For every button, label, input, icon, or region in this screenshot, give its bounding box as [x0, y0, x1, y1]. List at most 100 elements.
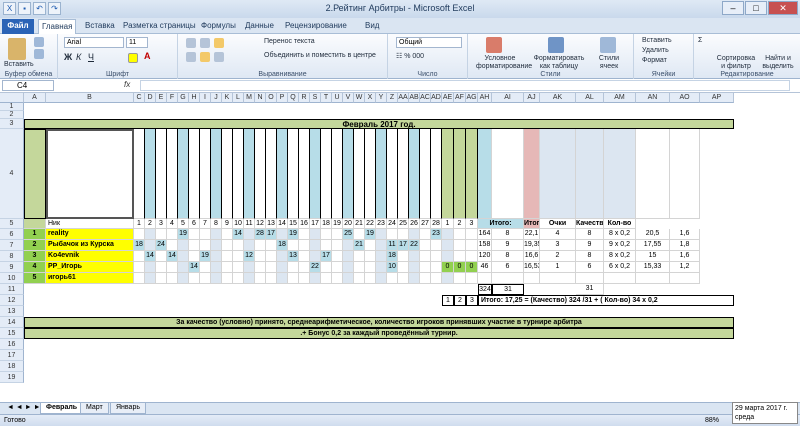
game-column-header[interactable]: Ваш выбор [376, 129, 387, 219]
player-place[interactable]: 1 [24, 229, 46, 240]
score-cell[interactable]: 21 [354, 240, 365, 251]
score-cell[interactable] [420, 273, 431, 284]
score-cell[interactable]: 18 [134, 240, 145, 251]
kach-value[interactable] [636, 273, 670, 284]
column-header[interactable]: AG [466, 93, 478, 103]
align-top-icon[interactable] [186, 38, 196, 48]
game-column-header[interactable]: Ангел 0 [244, 129, 255, 219]
player-nick[interactable]: PP_Игорь [46, 262, 134, 273]
column-header[interactable]: P [277, 93, 288, 103]
game-column-header[interactable]: Любимая локация [189, 129, 200, 219]
note-quality[interactable]: За качество (условно) принято, среднеари… [24, 317, 734, 328]
column-header[interactable]: F [167, 93, 178, 103]
score-cell[interactable]: 0 [442, 262, 454, 273]
zoom-level[interactable]: 88% [705, 415, 719, 426]
game-number-cell[interactable]: 18 [321, 219, 332, 229]
summary-header-cell[interactable]: Качество [636, 129, 670, 219]
score-cell[interactable] [200, 273, 211, 284]
game-column-header[interactable]: Турне 4-х [255, 129, 266, 219]
game-number-cell[interactable]: 14 [277, 219, 288, 229]
column-header[interactable]: S [310, 93, 321, 103]
score-cell[interactable] [145, 273, 156, 284]
column-header[interactable]: O [266, 93, 277, 103]
column-header[interactable]: N [255, 93, 266, 103]
cell-styles-icon[interactable] [600, 37, 616, 53]
column-header[interactable]: AF [454, 93, 466, 103]
score-cell[interactable] [420, 240, 431, 251]
score-cell[interactable] [178, 240, 189, 251]
kolich-value[interactable]: 1,2 [670, 262, 700, 273]
score-cell[interactable] [442, 229, 454, 240]
score-cell[interactable] [354, 229, 365, 240]
game-number-cell[interactable]: 22 [365, 219, 376, 229]
row-header[interactable]: 15 [0, 328, 24, 339]
score-cell[interactable] [233, 262, 244, 273]
kach-value[interactable]: 15 [636, 251, 670, 262]
score-cell[interactable] [466, 229, 478, 240]
ochki-value[interactable]: 1 [540, 262, 576, 273]
score-cell[interactable] [244, 273, 255, 284]
bonus-value[interactable]: 9 х 0,2 [604, 240, 636, 251]
score-cell[interactable] [376, 251, 387, 262]
column-header[interactable]: G [178, 93, 189, 103]
column-header[interactable]: U [332, 93, 343, 103]
score-cell[interactable] [321, 229, 332, 240]
cut-icon[interactable] [34, 37, 44, 47]
bonus-value[interactable] [604, 273, 636, 284]
score-cell[interactable]: 11 [387, 240, 398, 251]
score-cell[interactable] [266, 262, 277, 273]
score-cell[interactable] [255, 262, 266, 273]
conditional-format-button[interactable]: Условное форматирование [476, 55, 532, 71]
score-cell[interactable] [288, 273, 299, 284]
score-cell[interactable] [466, 240, 478, 251]
row-header[interactable]: 19 [0, 372, 24, 383]
score-cell[interactable] [134, 229, 145, 240]
format-cells-button[interactable]: Формат [642, 57, 667, 64]
kachestvo-label[interactable]: Качество [576, 219, 604, 229]
score-cell[interactable] [167, 240, 178, 251]
itogo2-header-cell[interactable] [524, 129, 540, 219]
itogo-count[interactable] [492, 273, 524, 284]
score-cell[interactable] [365, 273, 376, 284]
row-header[interactable]: 1 [0, 103, 24, 111]
itogo-count[interactable]: 8 [492, 251, 524, 262]
column-header[interactable]: AH [478, 93, 492, 103]
wrap-text-button[interactable]: Перенос текста [264, 38, 315, 45]
itogo-sum[interactable]: 164 [478, 229, 492, 240]
score-cell[interactable]: 22 [310, 262, 321, 273]
player-place[interactable]: 4 [24, 262, 46, 273]
row-header[interactable]: 18 [0, 361, 24, 372]
player-nick[interactable]: reality [46, 229, 134, 240]
kol-value[interactable]: 6 [576, 262, 604, 273]
player-place[interactable]: 3 [24, 251, 46, 262]
game-number-cell[interactable]: 19 [332, 219, 343, 229]
extra-game-header[interactable]: Мазурские волны [466, 129, 478, 219]
score-cell[interactable] [409, 229, 420, 240]
tab-review[interactable]: Рецензирование [282, 19, 350, 34]
sheet-tab-mar[interactable]: Март [80, 403, 109, 414]
score-cell[interactable] [299, 262, 310, 273]
game-number-cell[interactable]: 10 [233, 219, 244, 229]
score-cell[interactable] [365, 262, 376, 273]
game-column-header[interactable]: Микроскоп [288, 129, 299, 219]
score-cell[interactable] [255, 273, 266, 284]
score-cell[interactable] [310, 240, 321, 251]
score-cell[interactable]: 17 [266, 229, 277, 240]
row-header[interactable]: 17 [0, 350, 24, 361]
row5-nick[interactable]: Ник [46, 219, 134, 229]
game-column-header[interactable]: Мультфильмы [145, 129, 156, 219]
score-cell[interactable]: 17 [398, 240, 409, 251]
column-header[interactable]: R [299, 93, 310, 103]
score-cell[interactable]: 14 [167, 251, 178, 262]
score-cell[interactable] [178, 262, 189, 273]
score-cell[interactable] [277, 229, 288, 240]
score-cell[interactable] [310, 251, 321, 262]
score-cell[interactable] [266, 251, 277, 262]
column-header[interactable]: X [365, 93, 376, 103]
score-cell[interactable] [332, 229, 343, 240]
merge-center-button[interactable]: Объединить и поместить в центре [264, 52, 376, 59]
player-nick[interactable]: Ko4evnik [46, 251, 134, 262]
game-column-header[interactable]: Белорусский квартет [134, 129, 145, 219]
score-cell[interactable] [454, 273, 466, 284]
score-cell[interactable]: 19 [178, 229, 189, 240]
